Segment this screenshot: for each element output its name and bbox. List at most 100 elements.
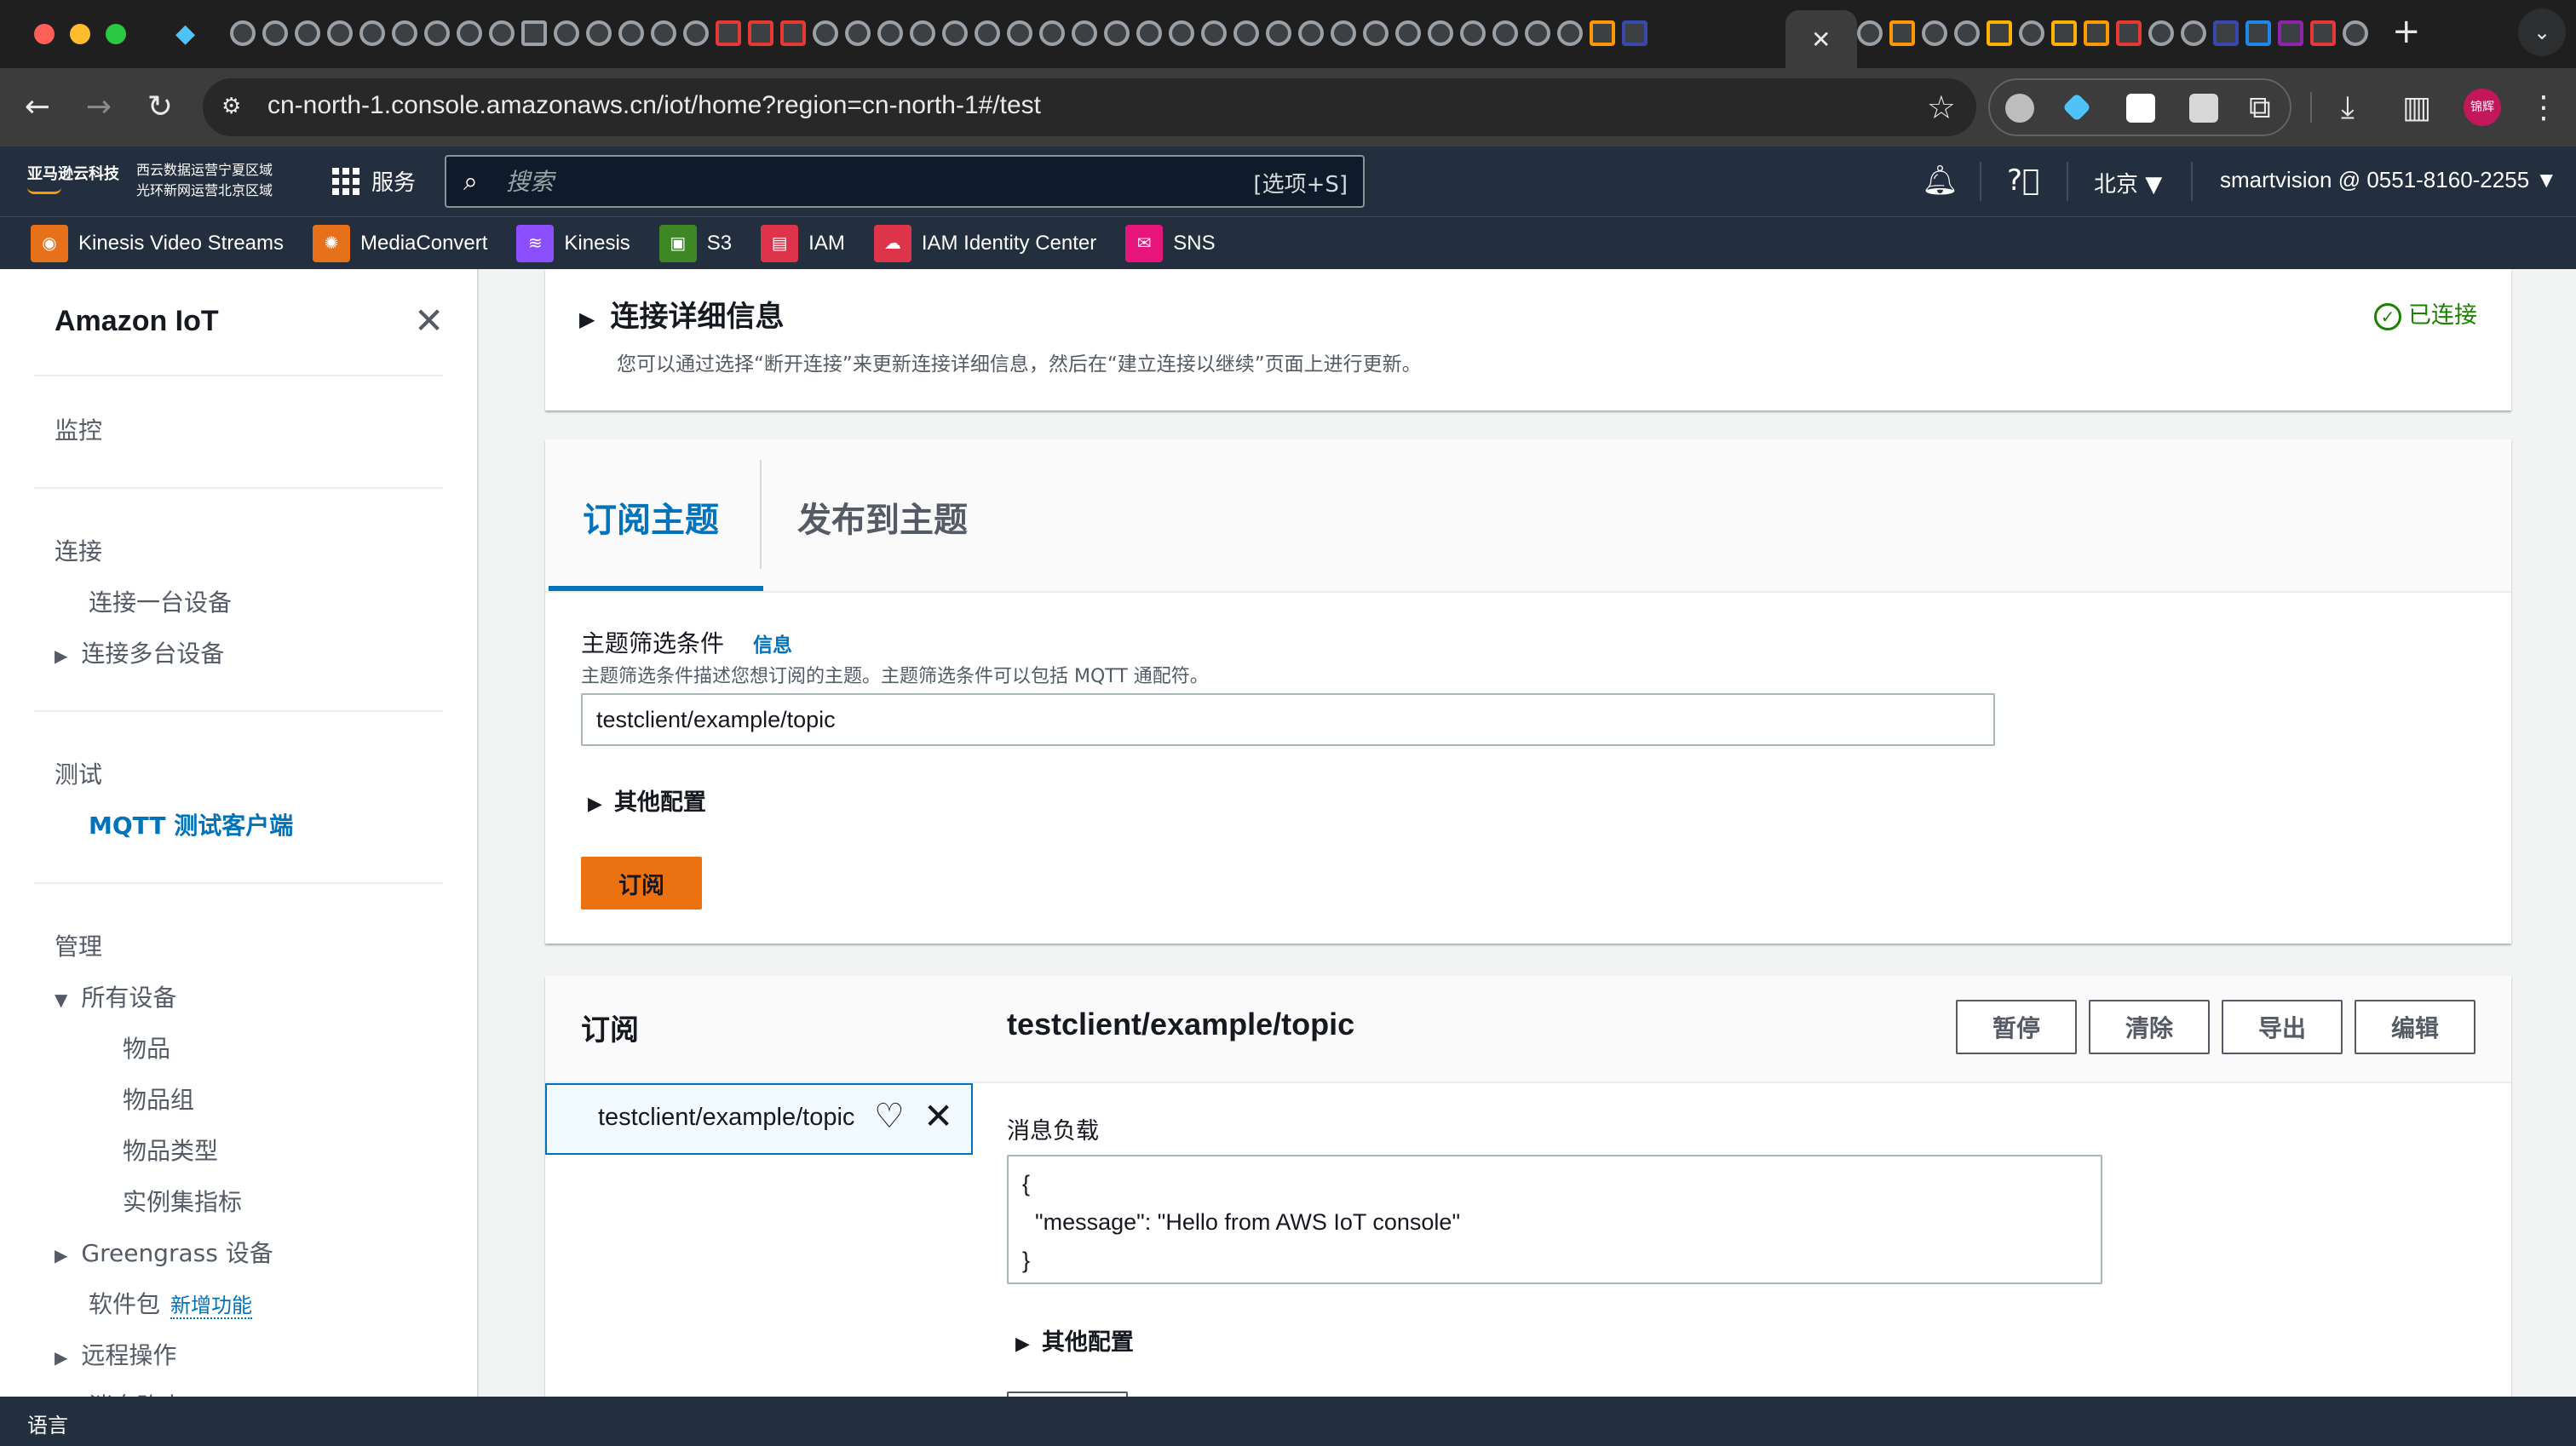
nav-cut-off-item[interactable]: 消息路由 [89,1388,184,1397]
nav-fleet-metrics[interactable]: 实例集指标 [123,1184,242,1218]
tab-favicon[interactable] [975,20,1000,46]
favorite-kinesis[interactable]: ≋ Kinesis [516,224,630,262]
tab-favicon[interactable] [1039,20,1065,46]
tab-favicon[interactable] [1889,20,1915,46]
tab-favicon[interactable] [618,20,644,46]
bookmark-star-icon[interactable]: ☆ [1927,89,1956,126]
background-tabs-right[interactable] [1857,20,2368,46]
profile-avatar[interactable]: 锦辉 [2464,89,2501,126]
favorite-s3[interactable]: ▣ S3 [658,224,732,262]
search-input[interactable] [506,164,1187,199]
tab-favicon[interactable] [1954,20,1980,46]
tab-favicon[interactable] [1233,20,1259,46]
nav-things[interactable]: 物品 [123,1030,170,1064]
favorite-iam[interactable]: ▤ IAM [761,224,845,262]
aws-logo[interactable]: 亚马逊云科技 [27,162,119,194]
extension-icon[interactable] [2005,94,2034,123]
favorite-identity-center[interactable]: ☁ IAM Identity Center [873,224,1096,262]
console-search[interactable]: ⌕ [选项+S] [445,155,1365,208]
tab-favicon[interactable] [424,20,450,46]
additional-config-toggle[interactable]: ▶ 其他配置 [588,783,706,817]
tab-favicon[interactable] [683,20,709,46]
back-arrow-icon[interactable]: ← [17,87,58,128]
favorite-heart-icon[interactable]: ♡ [874,1097,905,1136]
window-zoom-button[interactable] [106,24,126,44]
nav-thing-types[interactable]: 物品类型 [123,1133,218,1167]
connection-details-toggle[interactable]: ▶ 连接详细信息 [579,293,784,335]
tab-favicon[interactable] [2213,20,2239,46]
more-menu-icon[interactable]: ⋮ [2528,90,2559,125]
tab-favicon[interactable] [2116,20,2142,46]
favorite-kinesis-video[interactable]: ◉ Kinesis Video Streams [31,224,284,262]
favorite-mediaconvert[interactable]: ✺ MediaConvert [313,224,487,262]
tab-favicon[interactable] [1987,20,2012,46]
forward-arrow-icon[interactable]: → [78,87,119,128]
tab-favicon[interactable] [1922,20,1947,46]
account-menu[interactable]: smartvision @ 0551-8160-2255 ▼ [2220,167,2557,193]
tab-favicon[interactable] [1266,20,1291,46]
topic-filter-input[interactable] [581,693,1995,746]
tab-favicon[interactable] [1201,20,1227,46]
tab-favicon[interactable] [2051,20,2077,46]
site-settings-icon[interactable]: ⚙ [221,94,249,121]
download-icon[interactable]: ⤓ [2341,90,2355,126]
tab-favicon[interactable] [1169,20,1194,46]
clear-button[interactable]: 清除 [2089,1000,2210,1054]
publish-additional-config-toggle[interactable]: ▶ 其他配置 [1015,1323,1134,1357]
extension-icon[interactable] [2189,94,2218,123]
tab-favicon[interactable] [780,20,806,46]
tab-favicon[interactable] [1428,20,1453,46]
export-button[interactable]: 导出 [2222,1000,2343,1054]
tab-favicon[interactable] [2084,20,2109,46]
service-title[interactable]: Amazon IoT [55,305,219,338]
url-text[interactable]: cn-north-1.console.amazonaws.cn/iot/home… [267,91,1041,120]
background-tabs[interactable] [230,20,1647,48]
tab-favicon[interactable] [813,20,838,46]
window-close-button[interactable] [34,24,55,44]
reload-icon[interactable]: ↻ [140,87,181,128]
tab-favicon[interactable] [1460,20,1486,46]
region-selector[interactable]: 北京 ▼ [2094,167,2162,198]
nav-software-packages[interactable]: 软件包 新增功能 [89,1286,253,1320]
subscribe-button[interactable]: 订阅 [581,857,702,909]
tab-favicon[interactable] [1007,20,1032,46]
tab-favicon[interactable] [877,20,903,46]
extension-icon[interactable] [2126,94,2155,123]
tab-favicon[interactable] [1492,20,1518,46]
services-menu-button[interactable]: 服务 [332,165,416,197]
tab-favicon[interactable] [262,20,288,46]
tab-favicon[interactable] [457,20,482,46]
tab-favicon[interactable] [2310,20,2336,46]
tab-favicon[interactable] [651,20,676,46]
tab-favicon[interactable] [2343,20,2368,46]
tab-favicon[interactable] [1857,20,1883,46]
tab-favicon[interactable] [1622,20,1647,46]
tab-favicon[interactable] [845,20,871,46]
close-tab-icon[interactable]: ✕ [1811,26,1831,54]
tab-favicon[interactable] [1331,20,1356,46]
tab-favicon[interactable] [392,20,417,46]
tab-favicon[interactable] [1363,20,1389,46]
tab-favicon[interactable] [2148,20,2174,46]
tab-publish[interactable]: 发布到主题 [797,492,968,542]
message-payload-textarea[interactable] [1007,1155,2102,1284]
tab-search-chevron-icon[interactable]: ⌄ [2518,9,2566,56]
nav-all-devices[interactable]: ▼ 所有设备 [55,979,176,1013]
tab-favicon[interactable] [1136,20,1162,46]
help-icon[interactable]: ?⃝ [2007,164,2039,198]
tab-favicon[interactable] [1525,20,1550,46]
nav-thing-groups[interactable]: 物品组 [123,1082,194,1116]
tab-subscribe[interactable]: 订阅主题 [583,492,719,542]
nav-remote-operations[interactable]: ▶ 远程操作 [55,1337,176,1371]
tab-favicon[interactable] [489,20,515,46]
close-nav-icon[interactable]: ✕ [414,300,444,341]
tab-favicon[interactable] [2181,20,2206,46]
tab-favicon[interactable] [327,20,353,46]
tab-favicon[interactable] [1395,20,1421,46]
tab-favicon[interactable] [1590,20,1615,46]
tab-favicon[interactable] [910,20,935,46]
tab-favicon[interactable] [1072,20,1097,46]
side-panel-icon[interactable]: ▥ [2402,90,2431,125]
tab-favicon[interactable] [359,20,385,46]
new-tab-button[interactable]: + [2392,12,2421,51]
